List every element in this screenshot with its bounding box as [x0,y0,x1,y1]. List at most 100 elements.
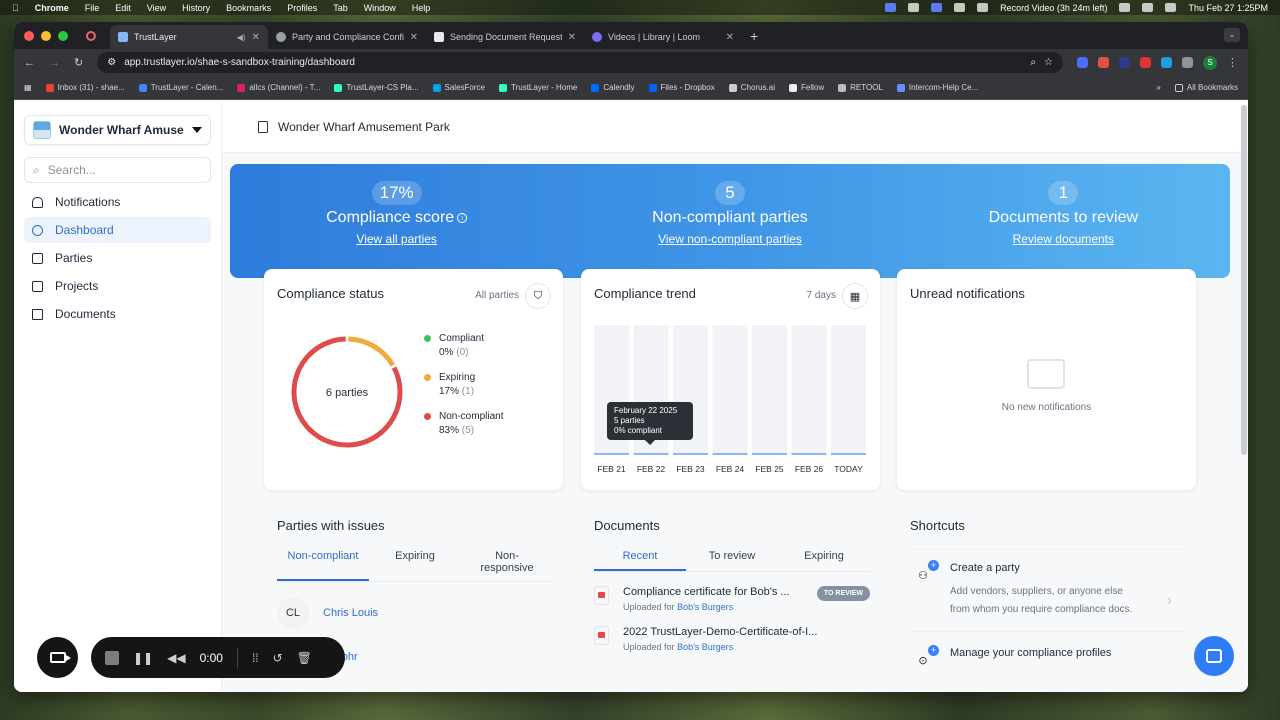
filter-button[interactable]: ⛉ [525,283,551,309]
menu-file[interactable]: File [85,3,100,13]
browser-tab-loom[interactable]: Videos | Library | Loom ✕ [584,25,742,49]
tab-non-responsive[interactable]: Non-responsive [461,544,553,581]
view-all-parties-link[interactable]: View all parties [230,232,563,246]
pause-icon[interactable]: ❚❚ [133,651,153,665]
bookmark-item[interactable]: Chorus.ai [728,83,775,92]
extension-icon[interactable] [1098,57,1109,68]
document-title[interactable]: Compliance certificate for Bob's ... [623,586,790,598]
trend-column-bg[interactable] [752,325,787,455]
sidebar-item-projects[interactable]: Projects [24,273,211,299]
bookmark-item[interactable]: allcs (Channel) - T... [237,83,320,92]
view-non-compliant-link[interactable]: View non-compliant parties [563,232,896,246]
stop-recording-button[interactable] [105,650,119,665]
menu-profiles[interactable]: Profiles [287,3,317,13]
close-window-button[interactable] [24,30,34,41]
bookmark-item[interactable]: Inbox (31) - shae... [45,83,125,92]
bookmark-item[interactable]: Calendly [591,83,635,92]
bookmark-star-icon[interactable]: ☆ [1044,57,1053,68]
draw-grid-icon[interactable]: ⁞⁞ [252,651,259,665]
shortcut-compliance-profiles[interactable]: ⊙ + Manage your compliance profiles [910,645,1186,685]
party-link[interactable]: Chris Louis [323,607,378,619]
all-bookmarks-folder[interactable]: All Bookmarks [1174,83,1238,92]
bookmark-item[interactable]: Fellow [789,83,824,92]
bookmark-item[interactable]: TrustLayer-CS Pla... [334,83,419,92]
organization-selector[interactable]: Wonder Wharf Amuse... [24,115,211,145]
rewind-icon[interactable]: ◀◀ [167,651,185,665]
bookmark-item[interactable]: Files - Dropbox [648,83,715,92]
sidebar-item-documents[interactable]: Documents [24,301,211,327]
party-link[interactable]: Bob's Burgers [677,602,733,612]
intercom-chat-button[interactable] [1194,636,1234,676]
zoom-icon[interactable] [931,3,943,12]
record-video-status[interactable]: Record Video (3h 24m left) [1000,3,1107,13]
trend-column-bg[interactable] [712,325,748,455]
menu-chrome[interactable]: Chrome [35,3,69,13]
menu-help[interactable]: Help [412,3,431,13]
brightness-icon[interactable] [908,3,920,12]
back-icon[interactable]: ← [24,57,35,69]
site-info-icon[interactable]: ⚙ [107,57,116,68]
tab-to-review[interactable]: To review [686,544,778,571]
address-bar[interactable]: ⚙ app.trustlayer.io/shae-s-sandbox-train… [97,52,1063,73]
close-tab-icon[interactable]: ✕ [410,32,418,43]
dropbox-icon[interactable] [954,3,966,12]
sidebar-item-notifications[interactable]: Notifications [24,189,211,215]
trend-bar[interactable] [791,453,827,455]
trash-icon[interactable]: 🗑 [297,651,312,665]
browser-menu-icon[interactable]: ⋮ [1227,56,1238,69]
search-input[interactable]: Search... [48,163,96,177]
menu-view[interactable]: View [147,3,166,13]
page-scrollbar[interactable] [1241,105,1247,455]
outlook-icon[interactable] [977,3,989,12]
camera-toggle-button[interactable] [37,637,78,678]
shortcut-create-party[interactable]: ⚇ + Create a party Add vendors, suppliers… [910,549,1186,632]
tab-recent[interactable]: Recent [594,544,686,571]
clock[interactable]: Thu Feb 27 1:25PM [1188,3,1268,13]
menu-bookmarks[interactable]: Bookmarks [226,3,271,13]
reload-icon[interactable]: ↻ [74,56,83,69]
sidebar-search[interactable]: ⌕ Search... [24,157,211,183]
sidebar-item-dashboard[interactable]: Dashboard [24,217,211,243]
profile-avatar[interactable]: S [1203,55,1217,70]
bookmark-item[interactable]: SalesForce [432,83,485,92]
menu-window[interactable]: Window [364,3,396,13]
new-tab-button[interactable]: + [750,28,758,44]
extension-icon[interactable] [1077,57,1088,68]
battery-icon[interactable] [1119,3,1131,12]
search-icon[interactable] [1165,3,1177,12]
forward-icon[interactable]: → [49,57,60,69]
menu-edit[interactable]: Edit [115,3,131,13]
review-documents-link[interactable]: Review documents [897,232,1230,246]
tab-expiring[interactable]: Expiring [369,544,461,581]
extensions-puzzle-icon[interactable] [1182,57,1193,68]
party-link[interactable]: Bob's Burgers [677,642,733,652]
trend-column-bg[interactable] [791,325,827,455]
tab-non-compliant[interactable]: Non-compliant [277,544,369,581]
extension-icon[interactable] [1140,57,1151,68]
close-tab-icon[interactable]: ✕ [252,32,260,43]
close-tab-icon[interactable]: ✕ [568,32,576,43]
menu-history[interactable]: History [182,3,210,13]
zoom-lens-icon[interactable]: ⌕ [1030,57,1036,68]
bookmark-item[interactable]: TrustLayer - Home [498,83,577,92]
more-bookmarks-icon[interactable]: » [1156,83,1160,92]
tab-search-icon[interactable]: ⌄ [1224,28,1240,42]
date-range-button[interactable]: ▦ [842,283,868,309]
list-item[interactable]: 2022 TrustLayer-Demo-Certificate-of-I...… [594,626,870,652]
trend-bar[interactable] [712,453,748,455]
info-icon[interactable]: i [457,212,468,223]
trend-bar[interactable] [831,453,866,455]
tab-expiring[interactable]: Expiring [778,544,870,571]
browser-tab-sending-docs[interactable]: Sending Document Requests ✕ [426,25,584,49]
bookmark-item[interactable]: RETOOL [838,83,883,92]
bookmark-item[interactable]: TrustLayer - Calen... [138,83,223,92]
donut-slice-expiring[interactable] [348,336,395,367]
browser-tab-party-config[interactable]: Party and Compliance Config ✕ [268,25,426,49]
menu-tab[interactable]: Tab [333,3,348,13]
trend-bar[interactable] [633,453,669,455]
apple-menu-icon[interactable]:  [12,3,19,13]
speaker-icon[interactable]: ◀) [237,33,246,42]
trend-bar[interactable] [594,453,629,455]
screen-share-icon[interactable] [885,3,897,12]
zoom-window-button[interactable] [58,30,68,41]
